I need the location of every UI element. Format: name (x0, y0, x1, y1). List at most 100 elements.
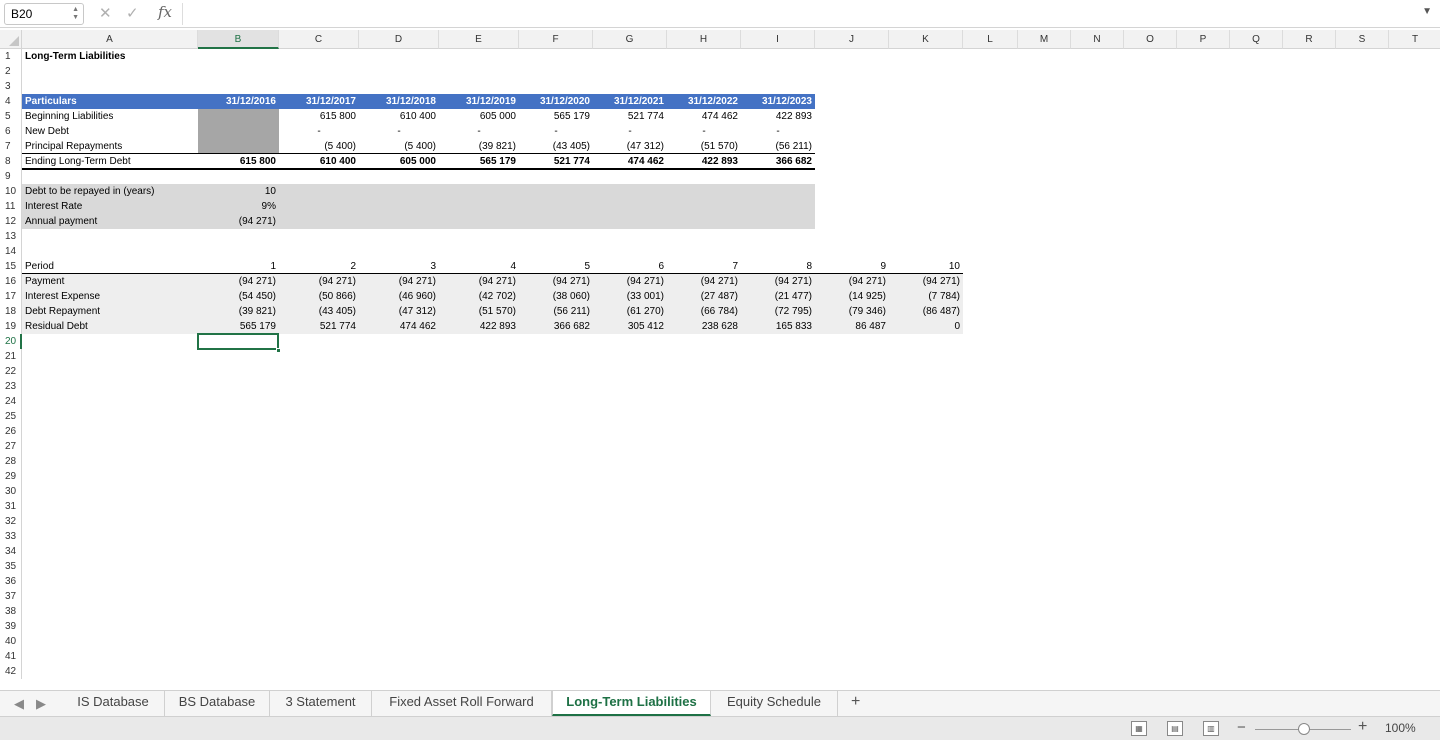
amortization-value[interactable]: 238 628 (667, 319, 741, 334)
formula-input[interactable] (182, 3, 1412, 25)
row-header-19[interactable]: 19 (0, 319, 22, 334)
selected-cell[interactable] (197, 333, 279, 350)
schedule-value[interactable] (198, 139, 279, 154)
schedule-value[interactable]: (47 312) (593, 139, 667, 154)
select-all-corner[interactable] (0, 30, 22, 49)
assumption-value[interactable]: (94 271) (198, 214, 279, 229)
row-header-38[interactable]: 38 (0, 604, 22, 619)
amortization-value[interactable]: (14 925) (815, 289, 889, 304)
schedule-header-date[interactable]: 31/12/2023 (741, 94, 815, 109)
amortization-value[interactable]: (38 060) (519, 289, 593, 304)
column-header-d[interactable]: D (359, 30, 439, 49)
schedule-value[interactable]: (39 821) (439, 139, 519, 154)
amortization-row-label[interactable]: Payment (22, 274, 198, 289)
row-header-9[interactable]: 9 (0, 169, 22, 184)
assumption-value[interactable]: 9% (198, 199, 279, 214)
amortization-value[interactable]: (94 271) (741, 274, 815, 289)
schedule-value[interactable]: - (593, 124, 667, 139)
row-header-42[interactable]: 42 (0, 664, 22, 679)
amortization-value[interactable]: 565 179 (198, 319, 279, 334)
column-header-o[interactable]: O (1124, 30, 1177, 49)
row-header-5[interactable]: 5 (0, 109, 22, 124)
column-header-s[interactable]: S (1336, 30, 1389, 49)
amortization-value[interactable]: (39 821) (198, 304, 279, 319)
schedule-value[interactable]: (5 400) (279, 139, 359, 154)
amortization-value[interactable]: (94 271) (667, 274, 741, 289)
fx-icon[interactable]: fx (158, 3, 172, 21)
row-header-32[interactable]: 32 (0, 514, 22, 529)
column-header-k[interactable]: K (889, 30, 963, 49)
amortization-value[interactable]: (43 405) (279, 304, 359, 319)
schedule-value[interactable]: 422 893 (667, 154, 741, 169)
row-header-39[interactable]: 39 (0, 619, 22, 634)
schedule-header-date[interactable]: 31/12/2019 (439, 94, 519, 109)
sheet-tab-bs-database[interactable]: BS Database (165, 691, 270, 716)
schedule-value[interactable]: 422 893 (741, 109, 815, 124)
amortization-value[interactable]: 474 462 (359, 319, 439, 334)
amortization-value[interactable]: (94 271) (439, 274, 519, 289)
row-header-2[interactable]: 2 (0, 64, 22, 79)
schedule-value[interactable]: 565 179 (439, 154, 519, 169)
schedule-header-label[interactable]: Particulars (22, 94, 198, 109)
row-header-4[interactable]: 4 (0, 94, 22, 109)
column-header-r[interactable]: R (1283, 30, 1336, 49)
name-box[interactable]: B20 ▲ ▼ (4, 3, 84, 25)
amortization-value[interactable]: (27 487) (667, 289, 741, 304)
row-header-29[interactable]: 29 (0, 469, 22, 484)
row-header-3[interactable]: 3 (0, 79, 22, 94)
row-header-11[interactable]: 11 (0, 199, 22, 214)
row-header-41[interactable]: 41 (0, 649, 22, 664)
amortization-value[interactable]: (94 271) (889, 274, 963, 289)
schedule-value[interactable]: - (439, 124, 519, 139)
row-header-35[interactable]: 35 (0, 559, 22, 574)
amortization-row-label[interactable]: Residual Debt (22, 319, 198, 334)
column-header-f[interactable]: F (519, 30, 593, 49)
row-header-37[interactable]: 37 (0, 589, 22, 604)
amortization-value[interactable]: (33 001) (593, 289, 667, 304)
schedule-header-date[interactable]: 31/12/2021 (593, 94, 667, 109)
period-label[interactable]: Period (22, 259, 198, 274)
period-number[interactable]: 2 (279, 259, 359, 274)
amortization-value[interactable]: 86 487 (815, 319, 889, 334)
amortization-value[interactable]: (72 795) (741, 304, 815, 319)
schedule-value[interactable]: 521 774 (519, 154, 593, 169)
sheet-tab-long-term-liabilities[interactable]: Long-Term Liabilities (552, 691, 711, 716)
row-header-26[interactable]: 26 (0, 424, 22, 439)
period-number[interactable]: 1 (198, 259, 279, 274)
column-header-i[interactable]: I (741, 30, 815, 49)
amortization-value[interactable]: (42 702) (439, 289, 519, 304)
schedule-value[interactable]: - (667, 124, 741, 139)
period-number[interactable]: 7 (667, 259, 741, 274)
zoom-level[interactable]: 100% (1385, 721, 1416, 735)
column-header-m[interactable]: M (1018, 30, 1071, 49)
amortization-value[interactable]: (56 211) (519, 304, 593, 319)
assumption-value[interactable]: 10 (198, 184, 279, 199)
zoom-slider-thumb[interactable] (1298, 723, 1310, 735)
schedule-row-label[interactable]: Ending Long-Term Debt (22, 154, 198, 169)
row-header-30[interactable]: 30 (0, 484, 22, 499)
schedule-value[interactable]: 474 462 (667, 109, 741, 124)
row-header-10[interactable]: 10 (0, 184, 22, 199)
row-header-31[interactable]: 31 (0, 499, 22, 514)
row-header-22[interactable]: 22 (0, 364, 22, 379)
column-header-q[interactable]: Q (1230, 30, 1283, 49)
amortization-value[interactable]: (46 960) (359, 289, 439, 304)
schedule-value[interactable]: - (741, 124, 815, 139)
row-header-28[interactable]: 28 (0, 454, 22, 469)
normal-view-icon[interactable]: ▦ (1131, 721, 1147, 736)
row-header-16[interactable]: 16 (0, 274, 22, 289)
schedule-value[interactable]: 521 774 (593, 109, 667, 124)
schedule-value[interactable]: - (519, 124, 593, 139)
next-sheet-icon[interactable]: ▶ (36, 696, 46, 712)
name-box-stepper-icon[interactable]: ▲ ▼ (72, 6, 79, 22)
column-header-t[interactable]: T (1389, 30, 1440, 49)
row-header-6[interactable]: 6 (0, 124, 22, 139)
amortization-value[interactable]: (94 271) (519, 274, 593, 289)
schedule-value[interactable]: (51 570) (667, 139, 741, 154)
period-number[interactable]: 8 (741, 259, 815, 274)
row-header-15[interactable]: 15 (0, 259, 22, 274)
row-header-17[interactable]: 17 (0, 289, 22, 304)
column-header-j[interactable]: J (815, 30, 889, 49)
sheet-tab-fixed-asset-roll-forward[interactable]: Fixed Asset Roll Forward (372, 691, 552, 716)
sheet-tab-3-statement[interactable]: 3 Statement (270, 691, 372, 716)
